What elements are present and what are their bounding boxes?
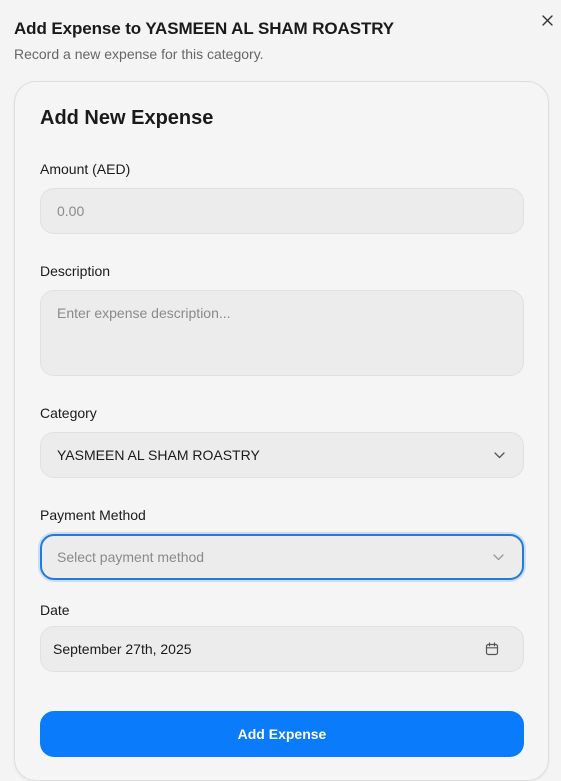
amount-placeholder: 0.00 [57, 203, 85, 219]
calendar-icon [485, 642, 499, 656]
description-textarea[interactable]: Enter expense description... [40, 290, 524, 376]
chevron-down-icon [493, 449, 505, 461]
category-value: YASMEEN AL SHAM ROASTRY [57, 447, 260, 463]
add-expense-button[interactable]: Add Expense [40, 711, 524, 757]
dialog-title: Add Expense to YASMEEN AL SHAM ROASTRY [14, 19, 395, 38]
payment-method-label: Payment Method [40, 507, 146, 523]
amount-label: Amount (AED) [40, 161, 131, 177]
date-value: September 27th, 2025 [53, 641, 192, 657]
add-expense-dialog: Add Expense to YASMEEN AL SHAM ROASTRY R… [0, 0, 561, 781]
close-button[interactable] [539, 12, 555, 28]
category-label: Category [40, 405, 97, 421]
date-picker[interactable]: September 27th, 2025 [40, 626, 524, 672]
dialog-subtitle: Record a new expense for this category. [14, 46, 264, 62]
payment-method-placeholder: Select payment method [57, 549, 205, 565]
close-icon [541, 14, 553, 26]
date-label: Date [40, 602, 70, 618]
description-label: Description [40, 263, 111, 279]
amount-input[interactable]: 0.00 [40, 188, 524, 234]
form-title: Add New Expense [40, 107, 214, 129]
description-placeholder: Enter expense description... [57, 305, 231, 321]
expense-form-card: Add New Expense Amount (AED) 0.00 Descri… [14, 81, 549, 781]
category-select[interactable]: YASMEEN AL SHAM ROASTRY [40, 432, 524, 478]
payment-method-select[interactable]: Select payment method [40, 534, 524, 580]
chevron-down-icon [492, 551, 504, 563]
